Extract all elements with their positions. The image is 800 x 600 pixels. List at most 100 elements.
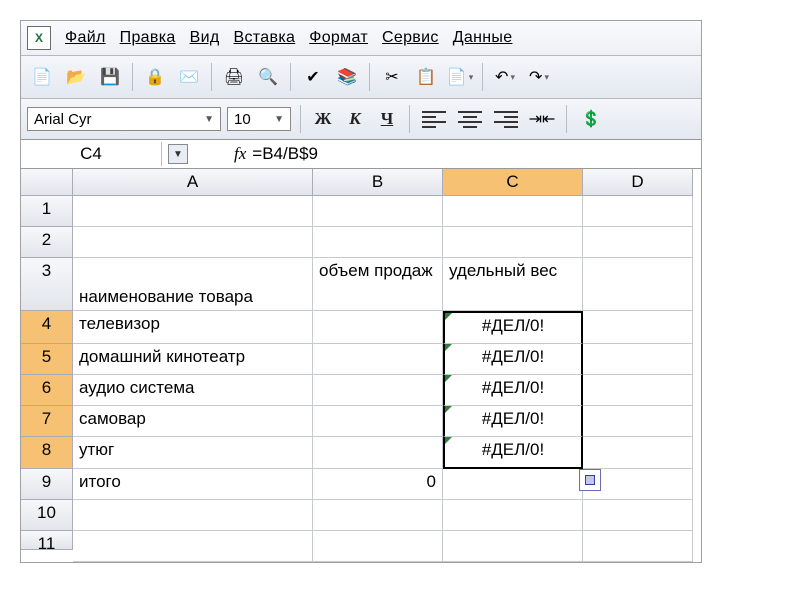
cell-c8[interactable]: #ДЕЛ/0! — [443, 437, 583, 469]
row-header-1[interactable]: 1 — [21, 196, 73, 227]
menu-insert[interactable]: Вставка — [234, 29, 296, 47]
cell-d5[interactable] — [583, 344, 693, 375]
cell-b9[interactable]: 0 — [313, 469, 443, 500]
cell-c5[interactable]: #ДЕЛ/0! — [443, 344, 583, 375]
autofill-options-icon[interactable] — [579, 469, 601, 491]
cell-b1[interactable] — [313, 196, 443, 227]
open-icon[interactable]: 📂 — [61, 62, 91, 92]
font-size-combo[interactable]: 10 ▼ — [227, 107, 291, 131]
cell-d1[interactable] — [583, 196, 693, 227]
menu-edit[interactable]: Правка — [120, 29, 176, 47]
cell-a10[interactable] — [73, 500, 313, 531]
cell-b3[interactable]: объем продаж — [313, 258, 443, 311]
col-header-d[interactable]: D — [583, 169, 693, 196]
cell-b6[interactable] — [313, 375, 443, 406]
merge-center-icon[interactable]: ⇥⇤ — [527, 104, 557, 134]
cell-d6[interactable] — [583, 375, 693, 406]
align-center-icon[interactable] — [455, 108, 485, 130]
cell-a1[interactable] — [73, 196, 313, 227]
cell-b2[interactable] — [313, 227, 443, 258]
copy-icon[interactable]: 📋 — [411, 62, 441, 92]
new-icon[interactable]: 📄 — [27, 62, 57, 92]
cell-a2[interactable] — [73, 227, 313, 258]
paste-icon[interactable]: 📄 — [445, 62, 475, 92]
mail-icon[interactable]: ✉️ — [174, 62, 204, 92]
error-marker-icon — [445, 375, 452, 382]
cell-a9[interactable]: итого — [73, 469, 313, 500]
cell-c1[interactable] — [443, 196, 583, 227]
row-header-8[interactable]: 8 — [21, 437, 73, 469]
separator — [566, 105, 567, 133]
cell-d7[interactable] — [583, 406, 693, 437]
font-name-combo[interactable]: Arial Cyr ▼ — [27, 107, 221, 131]
menu-data[interactable]: Данные — [453, 29, 513, 47]
cell-b10[interactable] — [313, 500, 443, 531]
cell-d11[interactable] — [583, 531, 693, 562]
permission-icon[interactable]: 🔒 — [140, 62, 170, 92]
redo-icon[interactable]: ↷ — [524, 62, 554, 92]
cell-a11[interactable] — [73, 531, 313, 562]
menu-tools[interactable]: Сервис — [382, 29, 439, 47]
cell-b8[interactable] — [313, 437, 443, 469]
row-header-11[interactable]: 11 — [21, 531, 73, 550]
cell-c2[interactable] — [443, 227, 583, 258]
cut-icon[interactable]: ✂ — [377, 62, 407, 92]
cell-c9[interactable] — [443, 469, 583, 500]
col-header-a[interactable]: A — [73, 169, 313, 196]
cell-c4[interactable]: #ДЕЛ/0! — [443, 311, 583, 344]
menu-file[interactable]: Файл — [65, 29, 106, 47]
formula-input[interactable]: =B4/B$9 — [252, 144, 318, 164]
cell-a7[interactable]: самовар — [73, 406, 313, 437]
align-right-icon[interactable] — [491, 108, 521, 130]
col-header-b[interactable]: B — [313, 169, 443, 196]
cell-b5[interactable] — [313, 344, 443, 375]
select-all-corner[interactable] — [21, 169, 73, 196]
cell-c10[interactable] — [443, 500, 583, 531]
underline-button[interactable]: Ч — [374, 107, 400, 131]
cell-d2[interactable] — [583, 227, 693, 258]
name-box[interactable]: C4 — [21, 142, 162, 166]
cell-a3[interactable]: наименование товара — [73, 258, 313, 311]
name-box-dropdown[interactable]: ▼ — [168, 144, 188, 164]
cell-a6[interactable]: аудио система — [73, 375, 313, 406]
bold-button[interactable]: Ж — [310, 107, 336, 131]
currency-icon[interactable]: 💲 — [576, 104, 606, 134]
row-header-9[interactable]: 9 — [21, 469, 73, 500]
cell-d4[interactable] — [583, 311, 693, 344]
cell-c6[interactable]: #ДЕЛ/0! — [443, 375, 583, 406]
menu-view[interactable]: Вид — [190, 29, 220, 47]
cell-a5[interactable]: домашний кинотеатр — [73, 344, 313, 375]
row-header-7[interactable]: 7 — [21, 406, 73, 437]
cell-b4[interactable] — [313, 311, 443, 344]
print-icon[interactable]: 🖨 — [219, 62, 249, 92]
cell-d8[interactable] — [583, 437, 693, 469]
cell-d3[interactable] — [583, 258, 693, 311]
row-header-5[interactable]: 5 — [21, 344, 73, 375]
cell-a4[interactable]: телевизор — [73, 311, 313, 344]
cell-d10[interactable] — [583, 500, 693, 531]
fx-icon[interactable]: fx — [234, 144, 246, 164]
excel-icon: X — [27, 26, 51, 50]
menu-format[interactable]: Формат — [309, 29, 368, 47]
preview-icon[interactable]: 🔍 — [253, 62, 283, 92]
cell-c11[interactable] — [443, 531, 583, 562]
row-header-2[interactable]: 2 — [21, 227, 73, 258]
row-header-4[interactable]: 4 — [21, 311, 73, 344]
cell-c3[interactable]: удельный вес — [443, 258, 583, 311]
row-header-6[interactable]: 6 — [21, 375, 73, 406]
italic-button[interactable]: К — [342, 107, 368, 131]
row-header-10[interactable]: 10 — [21, 500, 73, 531]
col-header-c[interactable]: C — [443, 169, 583, 196]
cell-c7[interactable]: #ДЕЛ/0! — [443, 406, 583, 437]
row-header-3[interactable]: 3 — [21, 258, 73, 311]
cell-b7[interactable] — [313, 406, 443, 437]
cell-a8[interactable]: утюг — [73, 437, 313, 469]
cell-b11[interactable] — [313, 531, 443, 562]
separator — [409, 105, 410, 133]
save-icon[interactable]: 💾 — [95, 62, 125, 92]
undo-icon[interactable]: ↶ — [490, 62, 520, 92]
research-icon[interactable]: 📚 — [332, 62, 362, 92]
align-left-icon[interactable] — [419, 108, 449, 130]
spellcheck-icon[interactable]: ✔ — [298, 62, 328, 92]
font-name-value: Arial Cyr — [34, 111, 92, 128]
